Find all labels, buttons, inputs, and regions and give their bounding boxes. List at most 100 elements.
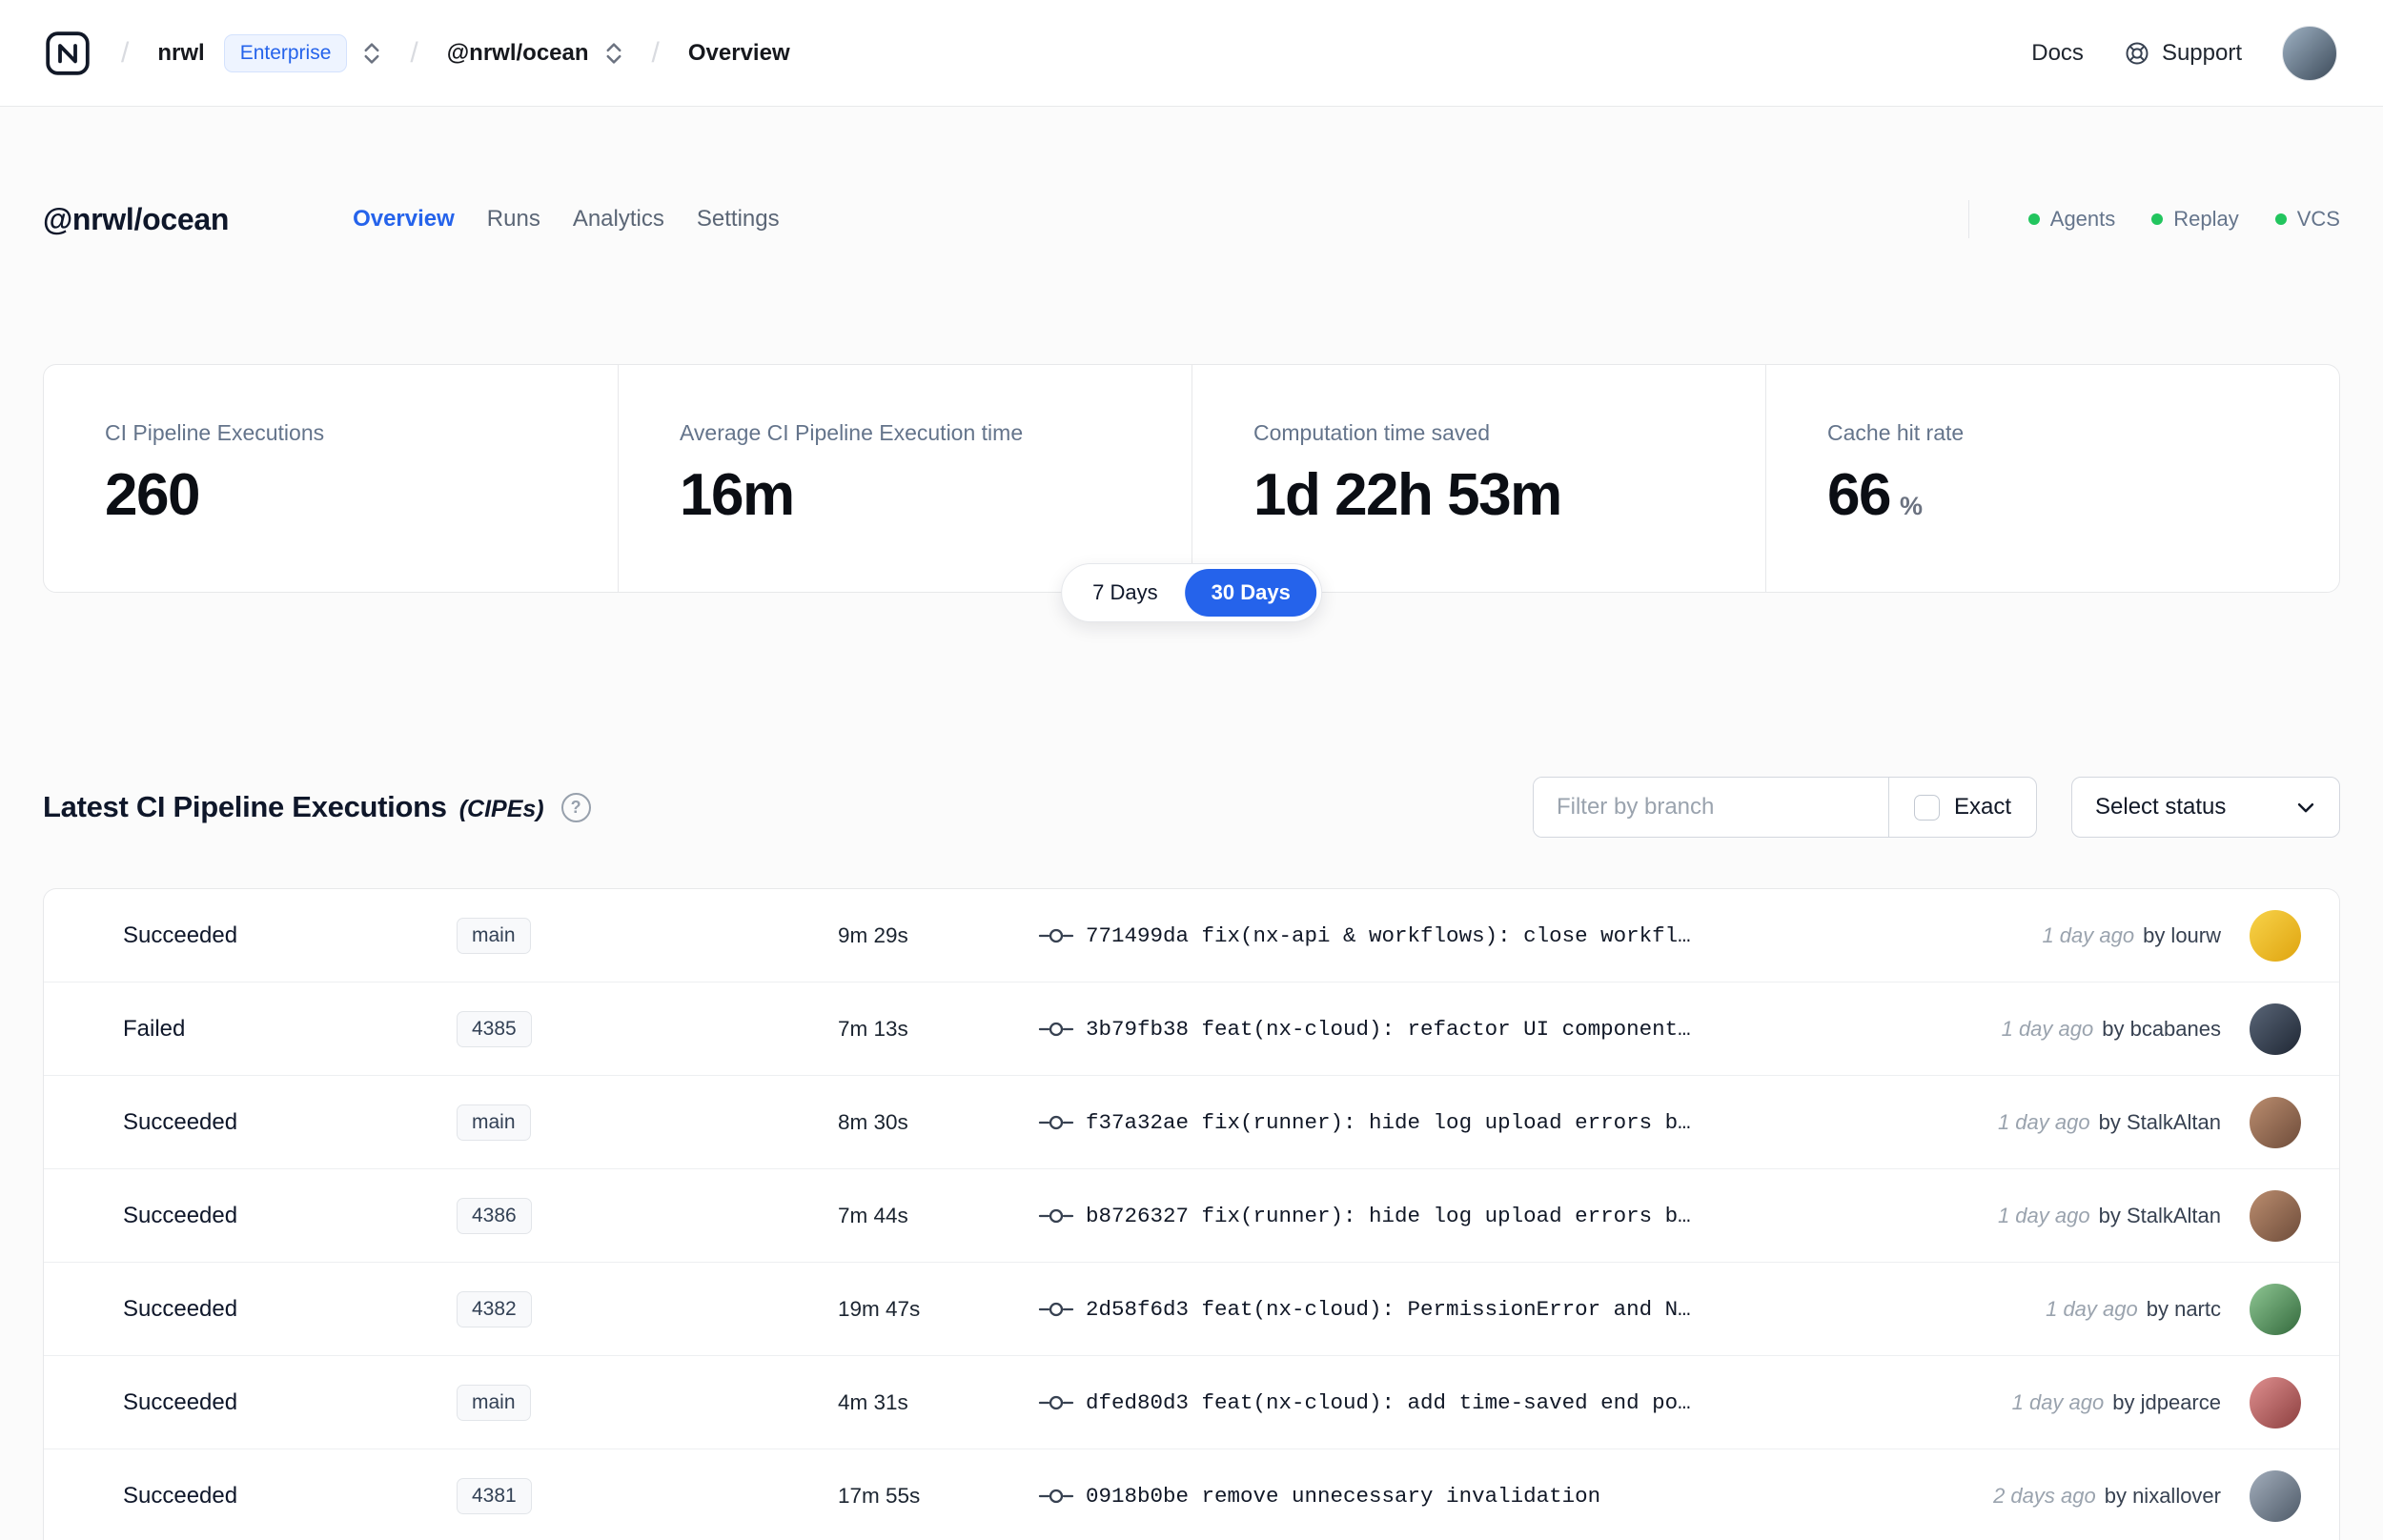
green-status-dot-icon [2274, 213, 2287, 225]
author: by nixallover [2104, 1483, 2221, 1508]
vertical-divider [1967, 200, 1969, 238]
green-status-dot-icon [2027, 213, 2040, 225]
status-select-label: Select status [2095, 794, 2227, 820]
docs-link[interactable]: Docs [2031, 40, 2084, 67]
branch-badge: main [457, 917, 531, 954]
stats-card: CI Pipeline Executions 260 Average CI Pi… [43, 364, 2340, 593]
avatar [2250, 1003, 2301, 1055]
duration: 4m 31s [838, 1389, 908, 1414]
tab-settings[interactable]: Settings [697, 206, 780, 233]
avatar [2250, 909, 2301, 962]
support-label: Support [2161, 39, 2242, 66]
branch-badge: main [457, 1384, 531, 1421]
stat-label: Average CI Pipeline Execution time [680, 420, 1024, 445]
duration: 8m 30s [838, 1109, 908, 1134]
cipe-row[interactable]: Succeeded main 4m 31s dfed80d3 feat(nx-c… [44, 1356, 2339, 1449]
git-commit-icon [1038, 1485, 1074, 1508]
avatar [2250, 1189, 2301, 1242]
top-navbar: / nrwl Enterprise / @nrwl/ocean / Overvi… [0, 0, 2383, 107]
range-30-days[interactable]: 30 Days [1185, 569, 1316, 617]
relative-time: 1 day ago [1997, 1109, 2090, 1134]
branch-badge: 4382 [457, 1290, 532, 1327]
enterprise-badge: Enterprise [223, 33, 348, 72]
stat-label: CI Pipeline Executions [105, 420, 325, 445]
stat-computation-time-saved: Computation time saved 1d 22h 53m [1192, 365, 1765, 592]
commit-message: 0918b0be remove unnecessary invalidation [1086, 1483, 1601, 1509]
relative-time: 1 day ago [2046, 1296, 2138, 1321]
user-avatar[interactable] [2282, 25, 2337, 81]
cipe-row[interactable]: Succeeded 4382 19m 47s 2d58f6d3 feat(nx-… [44, 1263, 2339, 1356]
stat-value: 1d 22h 53m [1253, 462, 1562, 528]
workspace-tabs: Overview Runs Analytics Settings [353, 206, 780, 233]
duration: 7m 13s [838, 1016, 908, 1041]
status-label: Succeeded [123, 1108, 238, 1135]
relative-time: 1 day ago [2001, 1016, 2094, 1041]
cipe-row[interactable]: Succeeded main 8m 30s f37a32ae fix(runne… [44, 1076, 2339, 1169]
author: by StalkAltan [2098, 1203, 2221, 1227]
avatar [2250, 1283, 2301, 1335]
stats-section: CI Pipeline Executions 260 Average CI Pi… [43, 364, 2340, 622]
support-link[interactable]: Support [2124, 40, 2242, 67]
org-switcher-chevron-icon[interactable] [362, 39, 381, 68]
branch-badge: main [457, 1104, 531, 1141]
duration: 19m 47s [838, 1296, 921, 1321]
green-status-dot-icon [2151, 213, 2164, 225]
row-meta: 1 day ago by StalkAltan [1998, 1110, 2221, 1135]
breadcrumb-page: Overview [687, 39, 790, 66]
branch-filter-input[interactable] [1533, 778, 1888, 837]
branch-filter-group: Exact [1532, 777, 2037, 838]
status-label: Succeeded [123, 1388, 238, 1415]
tab-analytics[interactable]: Analytics [573, 206, 664, 233]
commit-message: 3b79fb38 feat(nx-cloud): refactor UI com… [1086, 1016, 1691, 1042]
workspace-header: @nrwl/ocean Overview Runs Analytics Sett… [43, 200, 2340, 238]
range-7-days[interactable]: 7 Days [1067, 569, 1183, 617]
relative-time: 1 day ago [2042, 922, 2135, 947]
tab-overview[interactable]: Overview [353, 206, 455, 233]
avatar [2250, 1096, 2301, 1148]
author: by nartc [2146, 1296, 2221, 1321]
status-select[interactable]: Select status [2071, 777, 2340, 838]
duration: 7m 44s [838, 1203, 908, 1227]
vcs-indicator[interactable]: VCS [2274, 207, 2340, 232]
cipe-row[interactable]: Succeeded main 9m 29s 771499da fix(nx-ap… [44, 889, 2339, 983]
cipe-row[interactable]: Succeeded 4386 7m 44s b8726327 fix(runne… [44, 1169, 2339, 1263]
branch-badge: 4385 [457, 1010, 532, 1047]
workspace-name[interactable]: @nrwl/ocean [447, 40, 589, 67]
help-icon[interactable]: ? [560, 792, 591, 822]
duration: 17m 55s [838, 1483, 921, 1508]
cipe-row[interactable]: Failed 4385 7m 13s 3b79fb38 feat(nx-clou… [44, 983, 2339, 1076]
replay-indicator[interactable]: Replay [2151, 207, 2239, 232]
stat-value: 260 [105, 462, 200, 528]
stat-cache-hit-rate: Cache hit rate 66 % [1765, 365, 2339, 592]
nx-cloud-logo-icon[interactable] [43, 29, 92, 78]
tab-runs[interactable]: Runs [487, 206, 540, 233]
cipe-row[interactable]: Succeeded 4381 17m 55s 0918b0be remove u… [44, 1449, 2339, 1540]
status-label: Succeeded [123, 922, 238, 948]
commit-message: f37a32ae fix(runner): hide log upload er… [1086, 1109, 1691, 1135]
workspace-switcher-chevron-icon[interactable] [604, 39, 623, 68]
row-meta: 1 day ago by nartc [2046, 1297, 2221, 1322]
status-label: Failed [123, 1015, 186, 1042]
agents-indicator[interactable]: Agents [2027, 207, 2115, 232]
row-meta: 1 day ago by lourw [2042, 923, 2221, 948]
row-meta: 1 day ago by StalkAltan [1998, 1204, 2221, 1228]
branch-badge: 4381 [457, 1477, 532, 1514]
stat-label: Computation time saved [1253, 420, 1491, 445]
stat-unit: % [1899, 492, 1923, 520]
stat-value: 66 [1827, 462, 1891, 528]
git-commit-icon [1038, 1391, 1074, 1414]
breadcrumb-slash: / [121, 36, 130, 69]
cipe-controls: Exact Select status [1532, 777, 2340, 838]
exact-checkbox[interactable] [1913, 794, 1940, 821]
status-label: Succeeded [123, 1202, 238, 1228]
git-commit-icon [1038, 1111, 1074, 1134]
commit-message: dfed80d3 feat(nx-cloud): add time-saved … [1086, 1389, 1691, 1415]
org-name[interactable]: nrwl [157, 40, 204, 67]
relative-time: 1 day ago [2011, 1389, 2105, 1414]
exact-match-control: Exact [1887, 778, 2036, 837]
row-meta: 2 days ago by nixallover [1993, 1484, 2221, 1509]
git-commit-icon [1038, 1018, 1074, 1041]
commit-message: b8726327 fix(runner): hide log upload er… [1086, 1203, 1691, 1228]
relative-time: 1 day ago [1997, 1203, 2090, 1227]
stat-average-execution-time: Average CI Pipeline Execution time 16m [618, 365, 1192, 592]
